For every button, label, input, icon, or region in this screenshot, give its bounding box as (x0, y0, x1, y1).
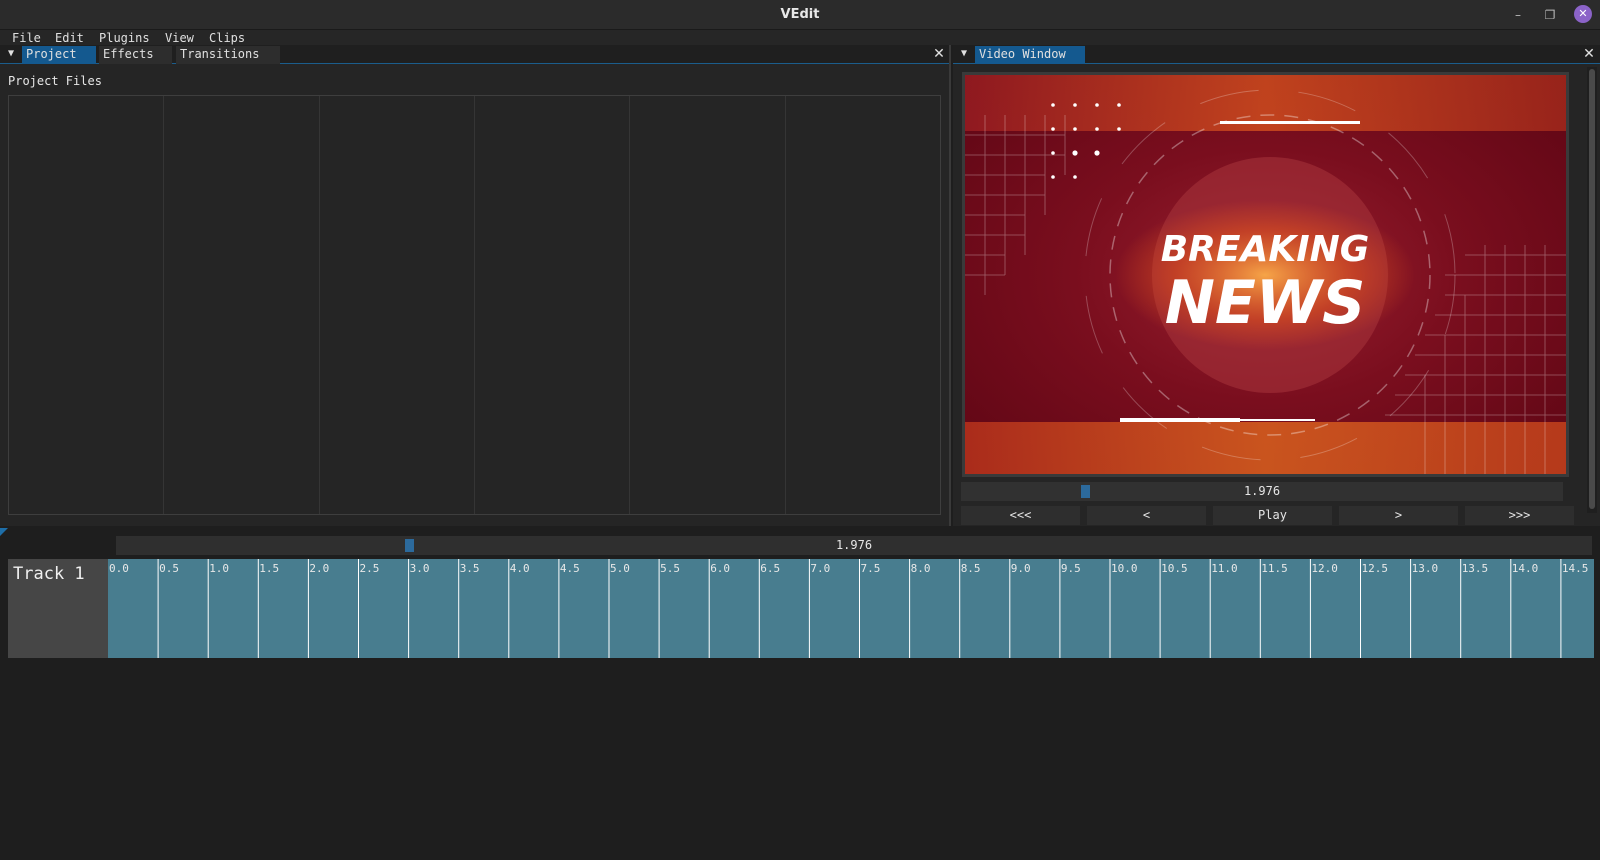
grid-column (630, 96, 786, 514)
video-position-slider[interactable]: 1.976 (961, 482, 1563, 501)
collapse-icon[interactable]: ▼ (958, 48, 970, 60)
project-tab-bar: ▼ Project Effects Transitions ✕ (0, 45, 949, 64)
tick-label: 7.0 (810, 562, 830, 575)
step-back-button[interactable]: < (1087, 506, 1206, 525)
close-panel-icon[interactable]: ✕ (1582, 46, 1596, 62)
menu-file[interactable]: File (12, 31, 41, 46)
grid-column (786, 96, 940, 514)
tick-label: 6.5 (760, 562, 780, 575)
tab-video-window[interactable]: Video Window (975, 46, 1085, 64)
video-position-value: 1.976 (1243, 484, 1281, 498)
tick-label: 5.5 (660, 562, 680, 575)
menu-clips[interactable]: Clips (209, 31, 245, 46)
tick-label: 2.0 (309, 562, 329, 575)
play-button[interactable]: Play (1213, 506, 1332, 525)
track-header[interactable]: Track 1 (8, 559, 108, 658)
collapse-icon[interactable]: ▼ (5, 48, 17, 60)
tick-label: 14.5 (1562, 562, 1589, 575)
grid-column (164, 96, 320, 514)
tick-label: 12.0 (1311, 562, 1338, 575)
video-scrollbar[interactable] (1587, 67, 1597, 513)
scrollbar-thumb[interactable] (1589, 69, 1595, 509)
tab-effects[interactable]: Effects (99, 46, 172, 64)
tick-label: 14.0 (1512, 562, 1539, 575)
menu-plugins[interactable]: Plugins (99, 31, 150, 46)
menu-view[interactable]: View (165, 31, 194, 46)
tick-label: 12.5 (1362, 562, 1389, 575)
close-window-icon[interactable]: ✕ (1574, 5, 1592, 23)
headline-news: NEWS (1165, 268, 1366, 338)
video-frame-image: BREAKING NEWS (965, 75, 1566, 474)
menu-bar: File Edit Plugins View Clips (0, 30, 1600, 45)
tick-label: 4.0 (510, 562, 530, 575)
track-name: Track 1 (13, 564, 85, 584)
tab-project[interactable]: Project (22, 46, 96, 64)
title-bar: VEdit – ❐ ✕ (0, 0, 1600, 30)
tick-label: 1.0 (209, 562, 229, 575)
timeline-ruler: 0.0 0.5 1.0 1.5 2.0 2.5 3.0 3.5 4.0 4.5 5.0 5.5 6.0 6… (109, 559, 1589, 658)
minimize-icon[interactable]: – (1508, 5, 1528, 25)
tick-label: 10.0 (1111, 562, 1138, 575)
tick-label: 13.0 (1412, 562, 1439, 575)
timeline-position-value: 1.976 (835, 538, 873, 552)
tick-label: 3.0 (410, 562, 430, 575)
forward-end-button[interactable]: >>> (1465, 506, 1574, 525)
window-title: VEdit (780, 7, 820, 22)
tick-label: 11.0 (1211, 562, 1238, 575)
grid-column (9, 96, 165, 514)
close-panel-icon[interactable]: ✕ (932, 46, 946, 62)
step-forward-button[interactable]: > (1339, 506, 1458, 525)
grid-column (475, 96, 631, 514)
video-panel: ▼ Video Window ✕ BREAKING NEWS 1.976 <<<… (953, 45, 1600, 526)
tick-label: 3.5 (460, 562, 480, 575)
tab-transitions[interactable]: Transitions (176, 46, 280, 64)
project-files-label: Project Files (8, 74, 102, 88)
tick-label: 0.0 (109, 562, 129, 575)
menu-edit[interactable]: Edit (55, 31, 84, 46)
tick-label: 10.5 (1161, 562, 1188, 575)
tick-label: 11.5 (1261, 562, 1288, 575)
video-preview[interactable]: BREAKING NEWS (962, 72, 1569, 477)
tick-label: 5.0 (610, 562, 630, 575)
tick-label: 8.0 (911, 562, 931, 575)
tick-label: 8.5 (961, 562, 981, 575)
track-clip-area[interactable]: 0.0 0.5 1.0 1.5 2.0 2.5 3.0 3.5 4.0 4.5 5.0 5.5 6.0 6… (108, 559, 1594, 658)
project-panel: ▼ Project Effects Transitions ✕ Project … (0, 45, 951, 526)
tick-label: 7.5 (861, 562, 881, 575)
tick-label: 0.5 (159, 562, 179, 575)
video-tab-bar: ▼ Video Window ✕ (953, 45, 1600, 64)
headline-breaking: BREAKING (1161, 229, 1370, 270)
tick-label: 4.5 (560, 562, 580, 575)
tick-label: 1.5 (259, 562, 279, 575)
maximize-icon[interactable]: ❐ (1540, 5, 1560, 25)
project-files-grid[interactable] (8, 95, 941, 515)
timeline-position-slider[interactable]: 1.976 (116, 536, 1592, 555)
video-artwork: BREAKING NEWS (965, 75, 1566, 474)
resize-corner-icon[interactable] (0, 528, 8, 536)
tick-label: 9.5 (1061, 562, 1081, 575)
tick-label: 2.5 (360, 562, 380, 575)
rewind-start-button[interactable]: <<< (961, 506, 1080, 525)
grid-column (320, 96, 475, 514)
tick-label: 13.5 (1462, 562, 1489, 575)
tick-label: 9.0 (1011, 562, 1031, 575)
tick-label: 6.0 (710, 562, 730, 575)
